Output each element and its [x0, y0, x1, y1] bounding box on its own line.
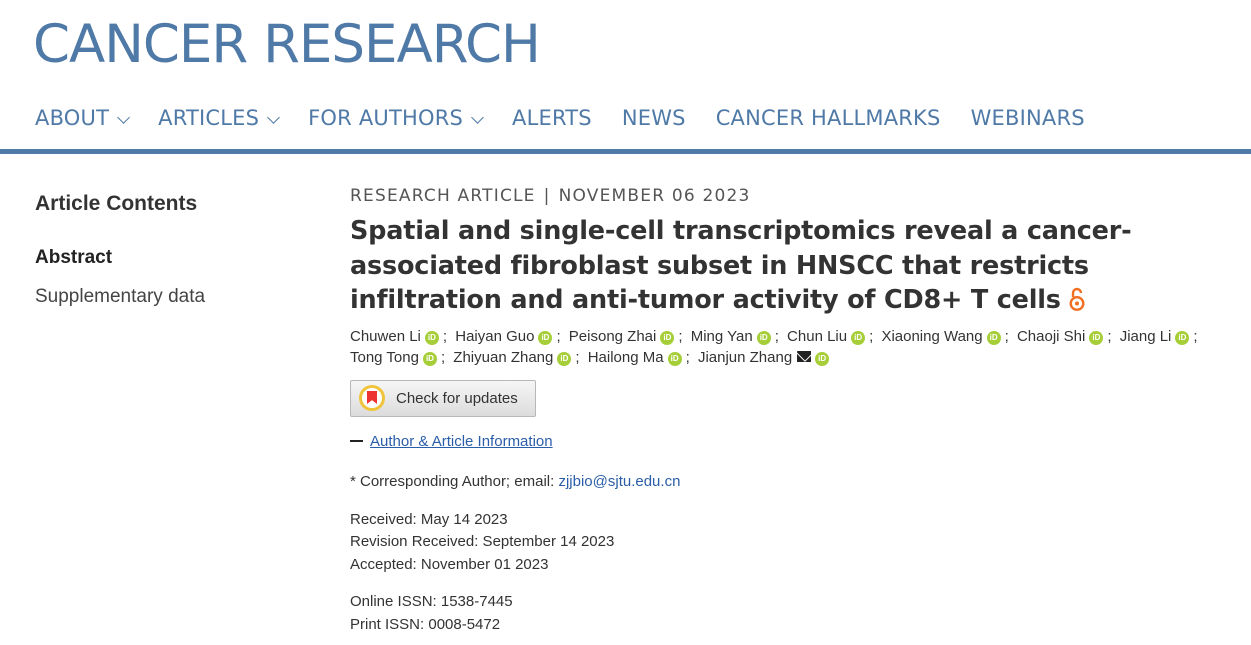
- author-item: Chun Liu iD;: [787, 328, 877, 345]
- orcid-icon[interactable]: iD: [815, 351, 830, 366]
- chevron-down-icon: [117, 110, 131, 124]
- article-title: Spatial and single-cell transcriptomics …: [350, 214, 1170, 318]
- article-contents-sidebar: Article Contents Abstract Supplementary …: [35, 192, 295, 308]
- orcid-icon[interactable]: iD: [557, 351, 572, 366]
- author-item: Chaoji Shi iD;: [1017, 328, 1116, 345]
- nav-webinars-label: WEBINARS: [970, 106, 1085, 130]
- site-header: CANCER RESEARCH ABOUT ARTICLES FOR AUTHO…: [0, 0, 1251, 154]
- collapse-dash-icon[interactable]: [350, 440, 363, 442]
- nav-articles[interactable]: ARTICLES: [158, 106, 281, 130]
- nav-cancer-hallmarks[interactable]: CANCER HALLMARKS: [716, 106, 941, 130]
- author-list: Chuwen Li iD; Haiyan Guo iD; Peisong Zhai i…: [350, 326, 1210, 368]
- author-item: Ming Yan iD;: [691, 328, 783, 345]
- nav-alerts-label: ALERTS: [512, 106, 592, 130]
- article-issn: Online ISSN: 1538-7445 Print ISSN: 0008-…: [350, 590, 1220, 636]
- author-item: Xiaoning Wang iD;: [881, 328, 1012, 345]
- article-dates: Received: May 14 2023 Revision Received:…: [350, 509, 1220, 577]
- article-date: NOVEMBER 06 2023: [558, 186, 751, 206]
- author-name[interactable]: Jianjun Zhang: [698, 349, 792, 366]
- nav-cancer-hallmarks-label: CANCER HALLMARKS: [715, 106, 941, 130]
- article-type: RESEARCH ARTICLE: [350, 186, 536, 206]
- nav-about-label: ABOUT: [35, 106, 110, 130]
- author-name[interactable]: Jiang Li: [1120, 328, 1172, 345]
- nav-articles-label: ARTICLES: [158, 106, 260, 130]
- corresponding-label: * Corresponding Author; email:: [350, 472, 555, 490]
- author-name[interactable]: Hailong Ma: [588, 349, 664, 366]
- mail-icon[interactable]: [797, 350, 812, 362]
- orcid-icon[interactable]: iD: [851, 330, 866, 345]
- orcid-icon[interactable]: iD: [424, 330, 439, 345]
- author-info-row: Author & Article Information: [350, 433, 1220, 450]
- author-separator: ;: [1193, 327, 1198, 345]
- check-for-updates-icon: [359, 385, 385, 411]
- corresponding-email-link[interactable]: zjjbio@sjtu.edu.cn: [558, 473, 680, 490]
- orcid-icon[interactable]: iD: [538, 330, 553, 345]
- article-title-text: Spatial and single-cell transcriptomics …: [350, 216, 1132, 315]
- revision-received-date: Revision Received: September 14 2023: [350, 533, 615, 550]
- author-name[interactable]: Chaoji Shi: [1017, 328, 1085, 345]
- accepted-date: Accepted: November 01 2023: [350, 555, 549, 573]
- author-separator: ;: [774, 327, 779, 345]
- author-separator: ;: [685, 348, 690, 366]
- sidebar-item-supplementary-data[interactable]: Supplementary data: [35, 286, 295, 308]
- sidebar-item-abstract[interactable]: Abstract: [35, 247, 295, 269]
- author-name[interactable]: Chuwen Li: [350, 328, 421, 345]
- orcid-icon[interactable]: iD: [422, 351, 437, 366]
- orcid-icon[interactable]: iD: [986, 330, 1001, 345]
- article-main: RESEARCH ARTICLE | NOVEMBER 06 2023 Spatia…: [350, 186, 1220, 636]
- author-name[interactable]: Peisong Zhai: [569, 328, 657, 345]
- author-separator: ;: [678, 327, 683, 345]
- author-separator: ;: [1004, 327, 1009, 345]
- author-name[interactable]: Chun Liu: [787, 328, 847, 345]
- chevron-down-icon: [267, 110, 281, 124]
- open-access-icon: [1069, 287, 1085, 312]
- orcid-icon[interactable]: iD: [1089, 330, 1104, 345]
- author-name[interactable]: Ming Yan: [691, 328, 753, 345]
- author-article-info-link[interactable]: Author & Article Information: [370, 433, 553, 450]
- kicker-separator: |: [543, 186, 551, 206]
- author-name[interactable]: Haiyan Guo: [455, 328, 534, 345]
- author-separator: ;: [869, 327, 874, 345]
- author-item: Hailong Ma iD;: [588, 349, 694, 366]
- nav-news-label: NEWS: [621, 106, 686, 130]
- print-issn: Print ISSN: 0008-5472: [350, 616, 501, 633]
- author-separator: ;: [556, 327, 561, 345]
- online-issn: Online ISSN: 1538-7445: [350, 593, 513, 610]
- check-for-updates-button[interactable]: Check for updates: [350, 379, 536, 417]
- author-separator: ;: [1107, 327, 1112, 345]
- nav-alerts[interactable]: ALERTS: [512, 106, 592, 130]
- orcid-icon[interactable]: iD: [1175, 330, 1190, 345]
- nav-webinars[interactable]: WEBINARS: [971, 106, 1085, 130]
- received-date: Received: May 14 2023: [350, 510, 508, 528]
- author-item: Haiyan Guo iD;: [455, 328, 564, 345]
- author-name[interactable]: Tong Tong: [350, 349, 419, 366]
- sidebar-heading: Article Contents: [35, 192, 198, 215]
- article-kicker: RESEARCH ARTICLE | NOVEMBER 06 2023: [350, 186, 1220, 206]
- site-logo[interactable]: CANCER RESEARCH: [33, 14, 541, 75]
- orcid-icon[interactable]: iD: [667, 351, 682, 366]
- main-nav: ABOUT ARTICLES FOR AUTHORS ALERTS NEWS C…: [35, 101, 1115, 135]
- author-item: Zhiyuan Zhang iD;: [453, 349, 583, 366]
- nav-about[interactable]: ABOUT: [35, 106, 131, 130]
- nav-for-authors[interactable]: FOR AUTHORS: [308, 106, 484, 130]
- check-for-updates-label: Check for updates: [396, 389, 518, 407]
- author-item: Jiang Li iD;: [1120, 328, 1202, 345]
- author-separator: ;: [440, 348, 446, 366]
- author-item: Peisong Zhai iD;: [569, 328, 687, 345]
- nav-for-authors-label: FOR AUTHORS: [308, 106, 464, 130]
- chevron-down-icon: [471, 110, 484, 124]
- author-item: Tong Tong iD;: [350, 349, 449, 366]
- author-item: Chuwen Li iD;: [350, 328, 451, 345]
- author-name[interactable]: Zhiyuan Zhang: [453, 349, 553, 366]
- nav-news[interactable]: NEWS: [622, 106, 686, 130]
- author-separator: ;: [442, 327, 448, 345]
- orcid-icon[interactable]: iD: [756, 330, 771, 345]
- author-item: Jianjun Zhang iD: [698, 349, 830, 366]
- header-divider: [0, 149, 1251, 154]
- author-name[interactable]: Xiaoning Wang: [881, 328, 982, 345]
- author-separator: ;: [575, 348, 580, 366]
- orcid-icon[interactable]: iD: [660, 330, 675, 345]
- corresponding-author: * Corresponding Author; email: zjjbio@sj…: [350, 473, 1220, 490]
